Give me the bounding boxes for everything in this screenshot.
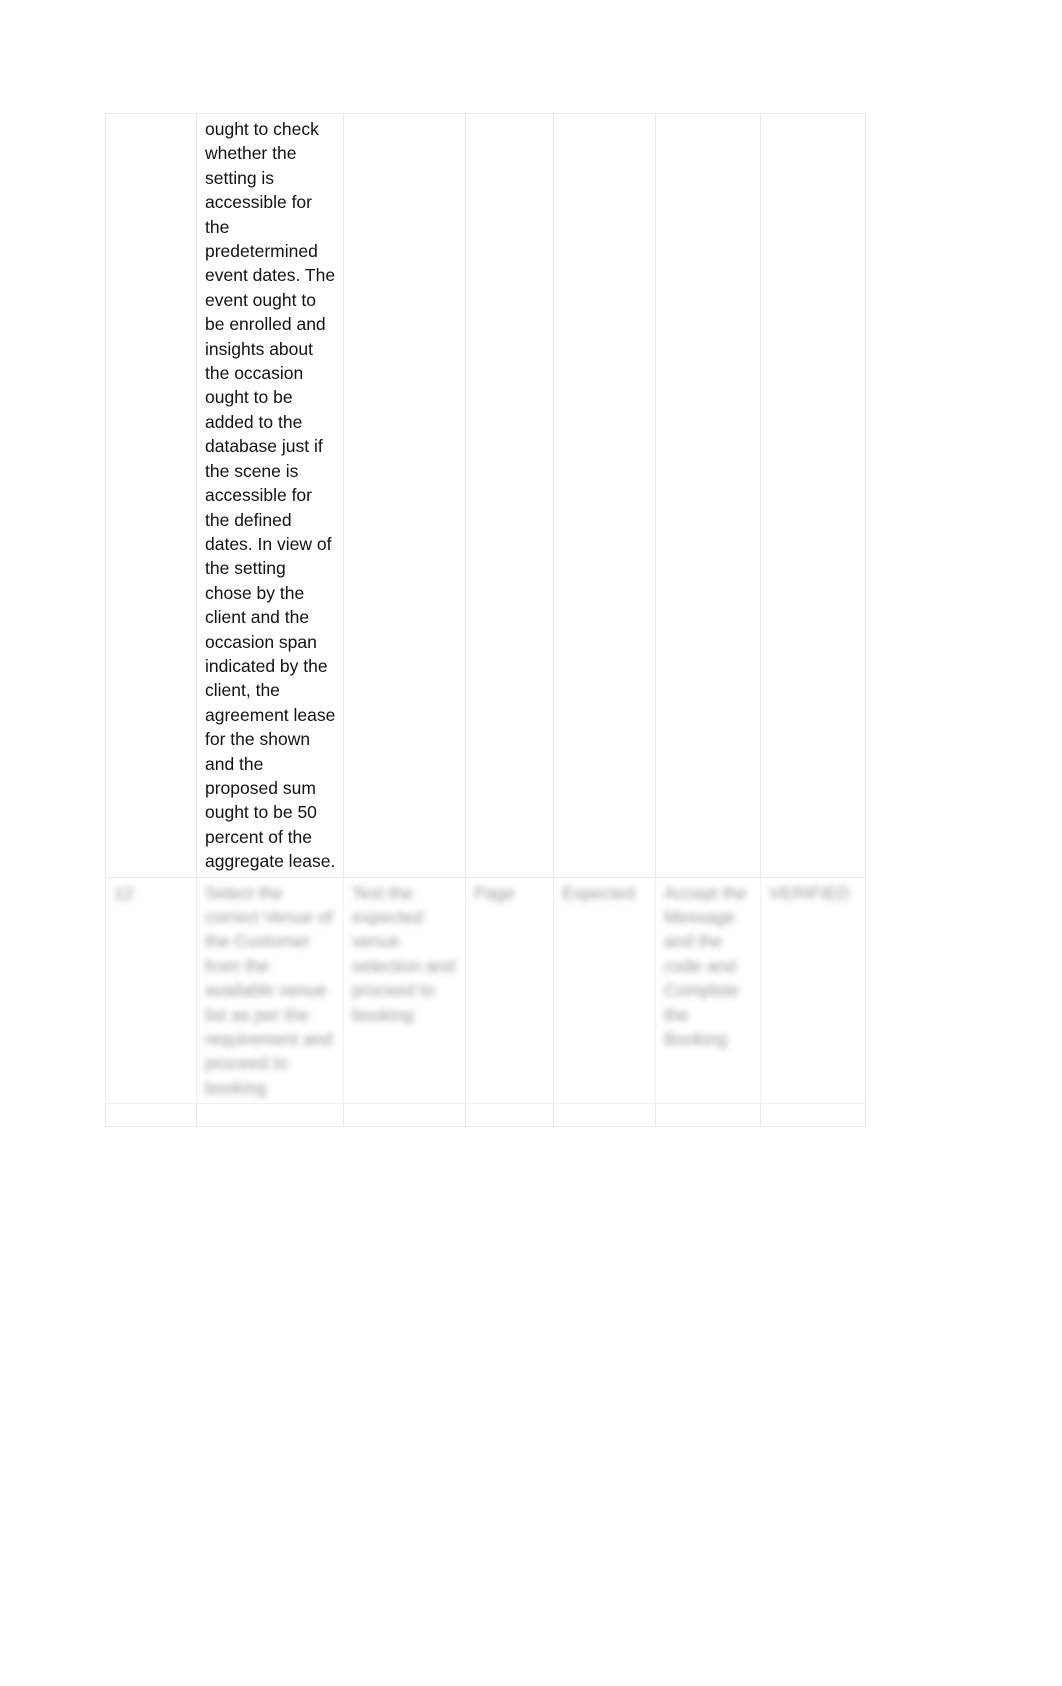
cell-text: Expected — [562, 882, 635, 903]
table-cell-2-1: 12 — [105, 876, 197, 1105]
table-cell-3-3 — [343, 1103, 466, 1128]
table-row: ought to check whether the setting is ac… — [105, 113, 866, 878]
cell-text — [554, 1104, 655, 1105]
cell-text: Select the correct Venue of the Customer… — [205, 882, 333, 1098]
table-cell-2-5: Expected — [553, 876, 656, 1105]
table-cell-3-4 — [465, 1103, 554, 1128]
table-cell-1-2: ought to check whether the setting is ac… — [196, 113, 344, 878]
table-cell-1-5 — [553, 113, 656, 878]
cell-text — [656, 1104, 760, 1105]
cell-text: ought to check whether the setting is ac… — [205, 119, 336, 872]
cell-text: Test the expected venue selection and pr… — [352, 882, 456, 1025]
table-cell-3-6 — [655, 1103, 761, 1128]
cell-text: VERIFIED — [769, 882, 850, 903]
table-cell-1-1 — [105, 113, 197, 878]
cell-text: 12 — [114, 882, 134, 903]
table-cell-2-4: Page — [465, 876, 554, 1105]
table-cell-3-7 — [760, 1103, 866, 1128]
table-cell-1-6 — [655, 113, 761, 878]
table-cell-3-5 — [553, 1103, 656, 1128]
table-cell-1-7 — [760, 113, 866, 878]
table-cell-2-3: Test the expected venue selection and pr… — [343, 876, 466, 1105]
table-row: 12 Select the correct Venue of the Custo… — [105, 876, 866, 1105]
cell-text — [466, 1104, 553, 1105]
table-cell-1-4 — [465, 113, 554, 878]
cell-text — [106, 1104, 196, 1105]
cell-text — [197, 1104, 343, 1105]
document-page: ought to check whether the setting is ac… — [0, 0, 1062, 1686]
table-cell-2-2: Select the correct Venue of the Customer… — [196, 876, 344, 1105]
cell-text — [344, 1104, 465, 1105]
table-cell-1-3 — [343, 113, 466, 878]
table-row — [105, 1103, 866, 1128]
table-cell-2-7: VERIFIED — [760, 876, 866, 1105]
cell-text: Page — [474, 882, 515, 903]
table-cell-3-1 — [105, 1103, 197, 1128]
table-cell-3-2 — [196, 1103, 344, 1128]
document-table: ought to check whether the setting is ac… — [105, 113, 866, 1128]
cell-text: Accept the Message and the code and Comp… — [664, 882, 747, 1050]
cell-text — [761, 1104, 865, 1105]
table-body: ought to check whether the setting is ac… — [105, 113, 866, 1128]
table-cell-2-6: Accept the Message and the code and Comp… — [655, 876, 761, 1105]
